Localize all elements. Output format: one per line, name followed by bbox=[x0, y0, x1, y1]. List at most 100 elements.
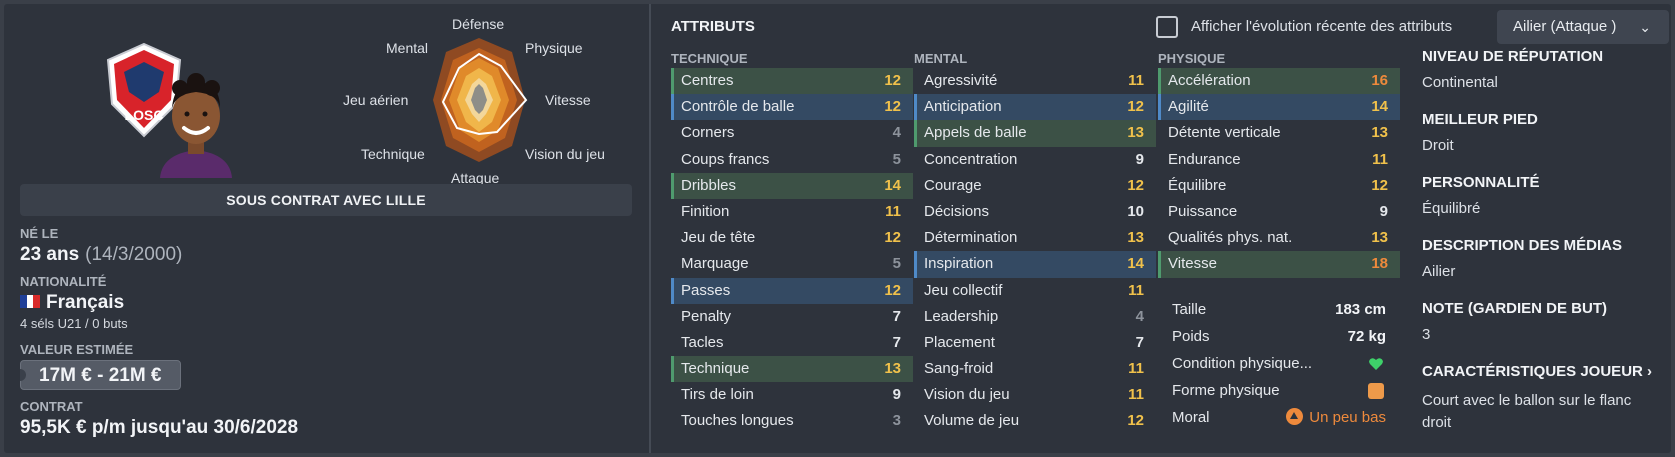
show-evolution-checkbox[interactable] bbox=[1156, 16, 1178, 38]
attribute-row[interactable]: Endurance 11 bbox=[1158, 147, 1400, 173]
birth-date: (14/3/2000) bbox=[85, 244, 183, 265]
role-dropdown[interactable]: Ailier (Attaque ) ⌄ bbox=[1497, 10, 1669, 44]
height-value: 183 cm bbox=[1335, 301, 1386, 318]
attribute-row[interactable]: Décisions 10 bbox=[914, 199, 1156, 225]
attribute-name: Vision du jeu bbox=[924, 386, 1010, 404]
attribute-row[interactable]: Sang-froid 11 bbox=[914, 356, 1156, 382]
condition-label: Condition physique... bbox=[1172, 355, 1313, 372]
attribute-row[interactable]: Placement 7 bbox=[914, 330, 1156, 356]
personality-label: PERSONNALITÉ bbox=[1422, 174, 1540, 191]
attribute-row[interactable]: Contrôle de balle 12 bbox=[671, 94, 913, 121]
attribute-name: Sang-froid bbox=[924, 360, 994, 378]
france-flag-icon bbox=[20, 294, 40, 308]
attribute-value: 9 bbox=[1135, 150, 1144, 168]
attribute-row[interactable]: Jeu de tête 12 bbox=[671, 225, 913, 251]
attribute-name: Courage bbox=[924, 176, 982, 194]
attribute-name: Marquage bbox=[681, 255, 749, 273]
physical-stats: Taille 183 cm Poids 72 kg Condition physiq… bbox=[1164, 296, 1396, 431]
attribute-value: 4 bbox=[892, 124, 901, 142]
contract-value: 95,5K € p/m jusqu'au 30/6/2028 bbox=[20, 417, 299, 438]
attribute-row[interactable]: Passes 12 bbox=[671, 277, 913, 304]
attribute-value: 13 bbox=[884, 360, 901, 378]
technique-header: TECHNIQUE bbox=[671, 51, 748, 66]
age: 23 ans bbox=[20, 244, 80, 265]
attribute-row[interactable]: Volume de jeu 12 bbox=[914, 408, 1156, 434]
attribute-row[interactable]: Touches longues 3 bbox=[671, 408, 913, 434]
radar-label-technique: Technique bbox=[361, 146, 425, 162]
attribute-row[interactable]: Dribbles 14 bbox=[671, 172, 913, 199]
attribute-name: Centres bbox=[681, 72, 734, 89]
contract-banner: SOUS CONTRAT AVEC LILLE bbox=[20, 184, 632, 216]
form-icon bbox=[1368, 383, 1384, 399]
attribute-value: 9 bbox=[1379, 202, 1388, 220]
attribute-row[interactable]: Centres 12 bbox=[671, 68, 913, 95]
attribute-row[interactable]: Inspiration 14 bbox=[914, 251, 1156, 278]
attribute-value: 12 bbox=[1127, 176, 1144, 194]
attribute-name: Puissance bbox=[1168, 202, 1238, 220]
attribute-row[interactable]: Leadership 4 bbox=[914, 304, 1156, 330]
attribute-name: Passes bbox=[681, 281, 731, 299]
form-label: Forme physique bbox=[1172, 382, 1280, 399]
attribute-row[interactable]: Tacles 7 bbox=[671, 330, 913, 356]
panel-divider bbox=[649, 4, 651, 453]
attribute-row[interactable]: Penalty 7 bbox=[671, 304, 913, 330]
attribute-name: Leadership bbox=[924, 307, 999, 325]
attribute-row[interactable]: Finition 11 bbox=[671, 199, 913, 225]
attribute-row[interactable]: Tirs de loin 9 bbox=[671, 382, 913, 408]
attribute-name: Appels de balle bbox=[924, 124, 1027, 142]
attribute-name: Détente verticale bbox=[1168, 124, 1281, 142]
condition-row[interactable]: Condition physique... bbox=[1164, 350, 1396, 377]
attribute-row[interactable]: Vitesse 18 bbox=[1158, 251, 1400, 278]
physique-header: PHYSIQUE bbox=[1158, 51, 1226, 66]
born-value: 23 ans (14/3/2000) bbox=[20, 244, 182, 266]
estimated-value-tag[interactable]: 17M € - 21M € bbox=[20, 360, 181, 390]
contract-label: CONTRAT bbox=[20, 399, 83, 414]
attribute-row[interactable]: Détente verticale 13 bbox=[1158, 120, 1400, 146]
physique-attribute-list: Accélération 16 Agilité 14 Détente verticale… bbox=[1158, 68, 1400, 278]
attribute-value: 4 bbox=[1135, 307, 1144, 325]
attribute-name: Tirs de loin bbox=[681, 386, 754, 404]
attribute-row[interactable]: Équilibre 12 bbox=[1158, 173, 1400, 199]
attribute-row[interactable]: Appels de balle 13 bbox=[914, 120, 1156, 147]
weight-value: 72 kg bbox=[1347, 328, 1386, 345]
attribute-row[interactable]: Anticipation 12 bbox=[914, 94, 1156, 121]
international-caps: 4 séls U21 / 0 buts bbox=[20, 316, 128, 331]
attribute-row[interactable]: Puissance 9 bbox=[1158, 199, 1400, 225]
attribute-value: 12 bbox=[884, 229, 901, 247]
attribute-name: Contrôle de balle bbox=[681, 98, 795, 116]
show-evolution-label[interactable]: Afficher l'évolution récente des attribu… bbox=[1191, 18, 1452, 35]
attribute-row[interactable]: Coups francs 5 bbox=[671, 147, 913, 173]
attribute-row[interactable]: Agilité 14 bbox=[1158, 94, 1400, 121]
player-profile-panel: LOSC Défense Physique Vitesse Vision du … bbox=[4, 4, 1671, 453]
attribute-name: Corners bbox=[681, 124, 735, 142]
attribute-value: 13 bbox=[1127, 229, 1144, 247]
attribute-row[interactable]: Concentration 9 bbox=[914, 147, 1156, 173]
attribute-row[interactable]: Détermination 13 bbox=[914, 225, 1156, 251]
attribute-row[interactable]: Agressivité 11 bbox=[914, 68, 1156, 94]
morale-value: Un peu bas bbox=[1309, 409, 1386, 426]
player-traits-link[interactable]: CARACTÉRISTIQUES JOUEUR › bbox=[1422, 363, 1652, 380]
attribute-name: Coups francs bbox=[681, 150, 770, 168]
attribute-name: Technique bbox=[681, 360, 750, 378]
attribute-row[interactable]: Marquage 5 bbox=[671, 251, 913, 277]
attribute-row[interactable]: Corners 4 bbox=[671, 120, 913, 146]
attribute-row[interactable]: Vision du jeu 11 bbox=[914, 382, 1156, 408]
attribute-name: Volume de jeu bbox=[924, 412, 1020, 430]
morale-row[interactable]: Moral Un peu bas bbox=[1164, 404, 1396, 431]
attribute-name: Vitesse bbox=[1168, 255, 1217, 273]
heart-icon bbox=[1369, 358, 1383, 370]
attribute-name: Finition bbox=[681, 202, 730, 220]
attribute-row[interactable]: Courage 12 bbox=[914, 173, 1156, 199]
attribute-row[interactable]: Qualités phys. nat. 13 bbox=[1158, 225, 1400, 251]
attribute-row[interactable]: Jeu collectif 11 bbox=[914, 278, 1156, 304]
attribute-row[interactable]: Technique 13 bbox=[671, 356, 913, 383]
attribute-name: Qualités phys. nat. bbox=[1168, 229, 1293, 247]
player-traits-value: Court avec le ballon sur le flanc droit bbox=[1422, 392, 1632, 431]
attribute-value: 13 bbox=[1371, 229, 1388, 247]
attribute-value: 14 bbox=[1127, 255, 1144, 273]
form-row[interactable]: Forme physique bbox=[1164, 377, 1396, 404]
attribute-value: 11 bbox=[1128, 386, 1144, 404]
born-label: NÉ LE bbox=[20, 226, 59, 241]
attribute-row[interactable]: Accélération 16 bbox=[1158, 68, 1400, 95]
nationality-value[interactable]: Français bbox=[20, 292, 124, 314]
